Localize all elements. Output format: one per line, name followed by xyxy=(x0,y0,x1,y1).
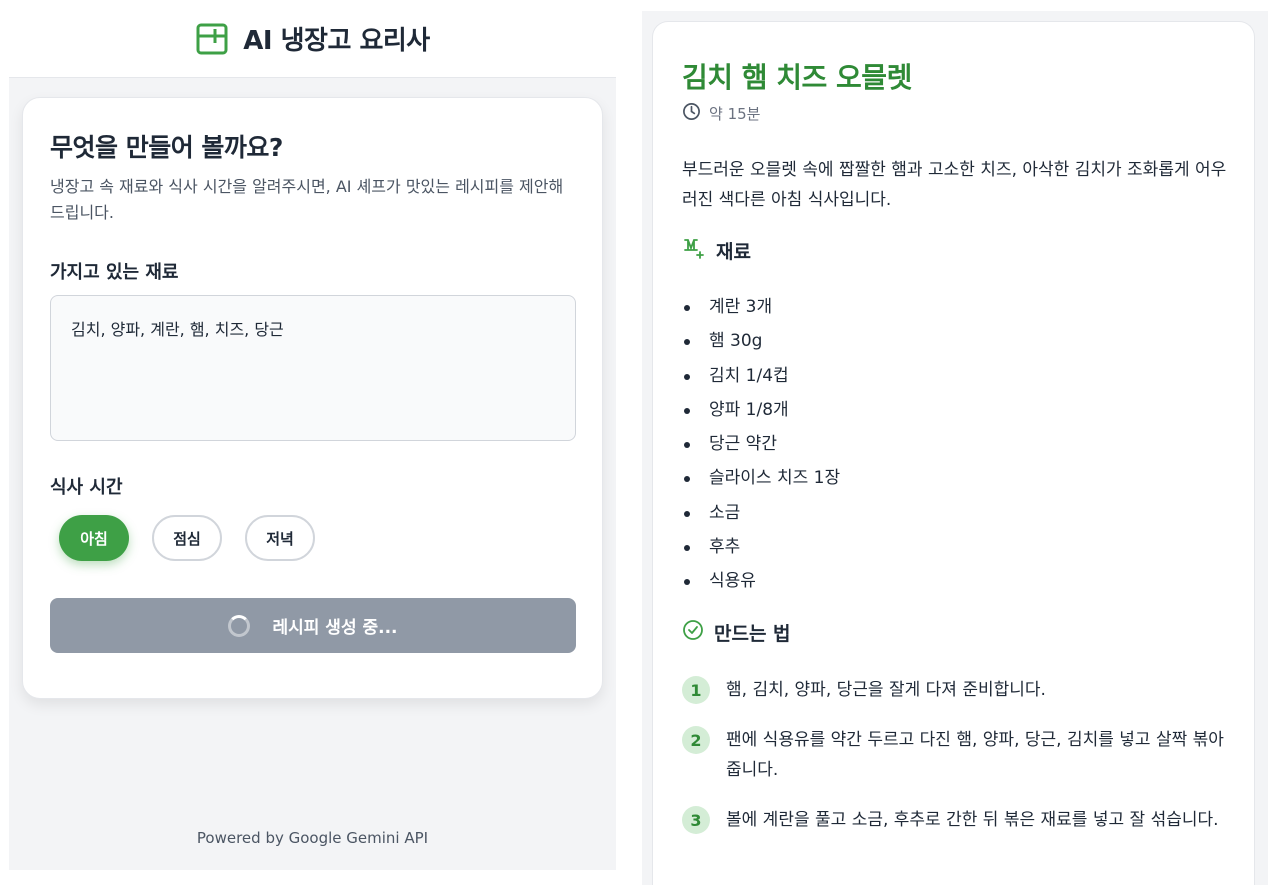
recipe-description: 부드러운 오믈렛 속에 짭짤한 햄과 고소한 치즈, 아삭한 김치가 조화롭게 … xyxy=(682,160,1227,210)
clock-icon xyxy=(682,102,701,125)
generate-recipe-button[interactable]: 레시피 생성 중... xyxy=(50,598,576,653)
recipe-time: 약 15분 xyxy=(682,102,760,125)
ingredients-heading: 재료 xyxy=(716,241,751,263)
steps-section-heading: 만드는 법 xyxy=(682,619,791,646)
app-title: AI 냉장고 요리사 xyxy=(243,26,430,56)
recipe-form-panel: AI 냉장고 요리사 무엇을 만들어 볼까요? 냉장고 속 재료와 식사 시간을… xyxy=(9,0,616,870)
list-item: 양파 1/8개 xyxy=(682,393,840,427)
recipe-result-panel: 김치 햄 치즈 오믈렛 약 15분 부드러운 오믈렛 속에 짭짤한 햄과 고소한… xyxy=(642,11,1268,885)
list-item: 계란 3개 xyxy=(682,290,840,324)
meal-option-breakfast[interactable]: 아침 xyxy=(59,515,129,561)
step-number-badge: 3 xyxy=(682,806,710,834)
list-item: 슬라이스 치즈 1장 xyxy=(682,461,840,495)
step-text: 햄, 김치, 양파, 당근을 잘게 다져 준비합니다. xyxy=(726,680,1046,700)
ingredients-label: 가지고 있는 재료 xyxy=(50,262,179,283)
recipe-title: 김치 햄 치즈 오믈렛 xyxy=(682,61,912,94)
list-item: 식용유 xyxy=(682,564,840,598)
form-heading: 무엇을 만들어 볼까요? xyxy=(50,133,283,162)
list-item: 당근 약간 xyxy=(682,427,840,461)
recipe-card: 김치 햄 치즈 오믈렛 약 15분 부드러운 오믈렛 속에 짭짤한 햄과 고소한… xyxy=(652,21,1255,885)
step-item: 2 팬에 식용유를 약간 두르고 다진 햄, 양파, 당근, 김치를 넣고 살짝… xyxy=(682,725,1227,785)
app-header: AI 냉장고 요리사 xyxy=(9,0,616,78)
list-item: 소금 xyxy=(682,496,840,530)
form-description: 냉장고 속 재료와 식사 시간을 알려주시면, AI 셰프가 맛있는 레시피를 … xyxy=(50,177,564,222)
meal-time-label: 식사 시간 xyxy=(50,477,123,498)
step-text: 팬에 식용유를 약간 두르고 다진 햄, 양파, 당근, 김치를 넣고 살짝 볶… xyxy=(726,730,1224,780)
step-item: 3 볼에 계란을 풀고 소금, 후추로 간한 뒤 볶은 재료를 넣고 잘 섞습니… xyxy=(682,805,1227,835)
ingredients-icon xyxy=(682,236,706,265)
fridge-logo-icon xyxy=(195,22,229,56)
list-item: 김치 1/4컵 xyxy=(682,359,840,393)
steps-heading: 만드는 법 xyxy=(714,623,791,645)
recipe-time-text: 약 15분 xyxy=(709,105,761,123)
meal-option-dinner[interactable]: 저녁 xyxy=(245,515,315,561)
loading-spinner-icon xyxy=(228,614,251,637)
list-item: 후추 xyxy=(682,530,840,564)
footer-credit: Powered by Google Gemini API xyxy=(196,829,429,847)
generate-button-label: 레시피 생성 중... xyxy=(272,618,398,638)
list-item: 햄 30g xyxy=(682,324,840,358)
step-item: 1 햄, 김치, 양파, 당근을 잘게 다져 준비합니다. xyxy=(682,675,1227,705)
steps-list: 1 햄, 김치, 양파, 당근을 잘게 다져 준비합니다. 2 팬에 식용유를 … xyxy=(682,675,1227,855)
step-number-badge: 2 xyxy=(682,726,710,754)
check-circle-icon xyxy=(682,619,704,646)
ingredients-input[interactable]: 김치, 양파, 계란, 햄, 치즈, 당근 xyxy=(50,295,576,441)
ingredients-section-heading: 재료 xyxy=(682,236,751,265)
step-text: 볼에 계란을 풀고 소금, 후추로 간한 뒤 볶은 재료를 넣고 잘 섞습니다. xyxy=(726,810,1219,830)
form-card: 무엇을 만들어 볼까요? 냉장고 속 재료와 식사 시간을 알려주시면, AI … xyxy=(22,97,603,699)
step-number-badge: 1 xyxy=(682,676,710,704)
ingredients-list: 계란 3개 햄 30g 김치 1/4컵 양파 1/8개 당근 약간 슬라이스 치… xyxy=(682,290,840,599)
meal-option-lunch[interactable]: 점심 xyxy=(152,515,222,561)
